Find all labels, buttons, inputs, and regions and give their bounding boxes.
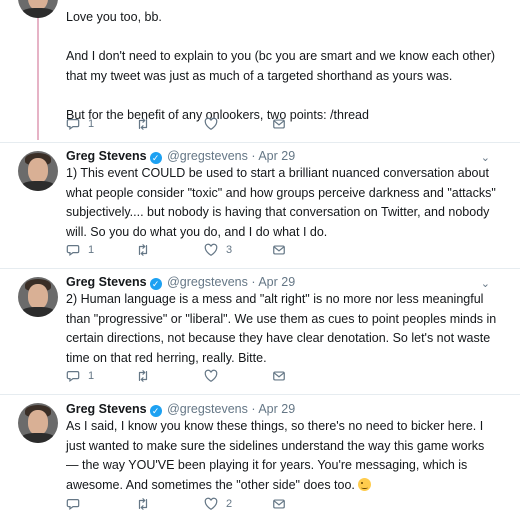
envelope-icon: [273, 499, 285, 509]
display-name[interactable]: Greg Stevens: [66, 149, 147, 163]
avatar[interactable]: [18, 151, 58, 191]
tweet-header: Greg Stevens ✓ @gregstevens · Apr 29: [66, 402, 295, 417]
envelope-icon: [273, 371, 285, 381]
verified-badge-icon: ✓: [149, 405, 162, 417]
verified-badge-icon: ✓: [149, 278, 162, 290]
heart-icon: [204, 117, 218, 130]
tweet-body: As I said, I know you know these things,…: [66, 419, 485, 492]
tweet-text: 1) This event COULD be used to start a b…: [66, 166, 496, 239]
display-name[interactable]: Greg Stevens: [66, 402, 147, 416]
retweet-icon: [138, 498, 148, 510]
separator: ·: [251, 402, 256, 416]
reply-button[interactable]: 1: [66, 369, 94, 383]
like-count: 2: [226, 498, 233, 510]
tweet-text: Love you too, bb. And I don't need to ex…: [66, 10, 496, 122]
reply-icon: [66, 371, 80, 383]
separator: ·: [251, 149, 256, 163]
reply-button[interactable]: 1: [66, 117, 94, 131]
reply-count: 1: [88, 244, 95, 256]
reply-button[interactable]: [66, 497, 80, 511]
avatar[interactable]: [18, 0, 58, 18]
handle[interactable]: @gregstevens: [167, 275, 248, 289]
chevron-down-icon[interactable]: ⌄: [481, 277, 490, 290]
timestamp[interactable]: Apr 29: [258, 275, 295, 289]
retweet-button[interactable]: [136, 369, 150, 383]
timestamp[interactable]: Apr 29: [258, 149, 295, 163]
heart-icon: [204, 369, 218, 382]
like-button[interactable]: [204, 117, 218, 131]
heart-icon: [204, 497, 218, 510]
tweet-text: As I said, I know you know these things,…: [66, 417, 498, 495]
reply-count: 1: [88, 118, 95, 130]
envelope-icon: [273, 245, 285, 255]
envelope-icon: [273, 119, 285, 129]
tweet-header: Greg Stevens ✓ @gregstevens · Apr 29: [66, 275, 295, 290]
divider: [0, 394, 520, 395]
verified-badge-icon: ✓: [149, 152, 162, 164]
like-button[interactable]: [204, 369, 218, 383]
retweet-icon: [138, 118, 148, 130]
reply-count: 1: [88, 370, 95, 382]
heart-icon: [204, 243, 218, 256]
avatar[interactable]: [18, 403, 58, 443]
handle[interactable]: @gregstevens: [167, 402, 248, 416]
dm-button[interactable]: [272, 497, 286, 511]
display-name[interactable]: Greg Stevens: [66, 275, 147, 289]
retweet-icon: [138, 370, 148, 382]
tweet-header: Greg Stevens ✓ @gregstevens · Apr 29: [66, 149, 295, 164]
like-button[interactable]: 3: [204, 243, 232, 257]
reply-button[interactable]: 1: [66, 243, 94, 257]
dm-button[interactable]: [272, 243, 286, 257]
winking-face-icon: [358, 477, 372, 491]
like-button[interactable]: 2: [204, 497, 232, 511]
retweet-button[interactable]: [136, 117, 150, 131]
reply-icon: [66, 119, 80, 131]
divider: [0, 142, 520, 143]
dm-button[interactable]: [272, 369, 286, 383]
handle[interactable]: @gregstevens: [167, 149, 248, 163]
avatar[interactable]: [18, 277, 58, 317]
thread-line: [37, 0, 39, 140]
reply-icon: [66, 499, 80, 511]
dm-button[interactable]: [272, 117, 286, 131]
timestamp[interactable]: Apr 29: [258, 402, 295, 416]
divider: [0, 268, 520, 269]
like-count: 3: [226, 244, 233, 256]
tweet-text: 2) Human language is a mess and "alt rig…: [66, 292, 497, 365]
retweet-button[interactable]: [136, 497, 150, 511]
retweet-icon: [138, 244, 148, 256]
reply-icon: [66, 245, 80, 257]
retweet-button[interactable]: [136, 243, 150, 257]
separator: ·: [251, 275, 256, 289]
chevron-down-icon[interactable]: ⌄: [481, 151, 490, 164]
